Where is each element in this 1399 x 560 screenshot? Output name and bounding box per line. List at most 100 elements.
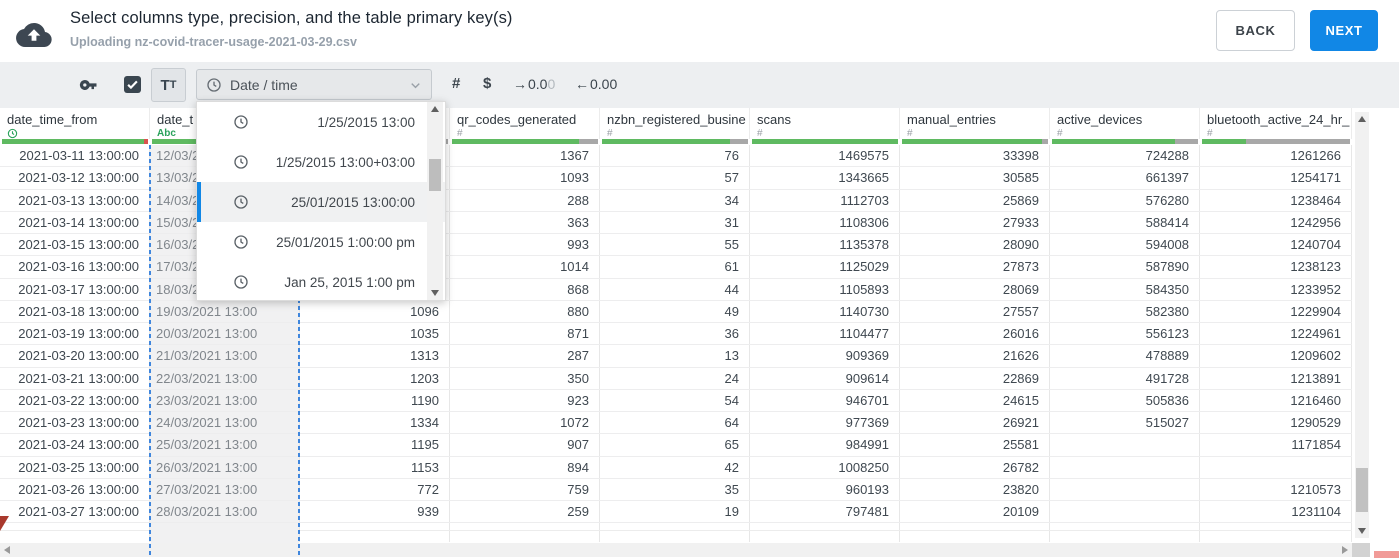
cell: 31 [600,211,750,233]
decrease-decimal-button[interactable]: ←0.00 [575,76,617,92]
clock-icon [233,194,249,210]
cell: 960193 [750,478,900,500]
cell: 1469575 [750,145,900,167]
horizontal-scrollbar[interactable] [0,543,1352,557]
cell: 2021-03-19 13:00:00 [0,323,150,345]
datetime-format-option[interactable]: 25/01/2015 13:00:00 [197,182,445,222]
clock-icon [7,128,18,139]
datetime-format-option[interactable]: 1/25/2015 13:00+03:00 [197,142,445,182]
back-button[interactable]: BACK [1216,10,1295,51]
column-header-bluetooth_active_24_hr_[interactable]: bluetooth_active_24_hr_ # [1200,108,1352,139]
cell: 27557 [900,300,1050,322]
primary-key-icon[interactable] [78,75,100,95]
cell: 2021-03-21 13:00:00 [0,367,150,389]
column-header-date_time_from[interactable]: date_time_from [0,108,150,139]
cell: 1238464 [1200,189,1352,211]
arrow-left-icon: ← [575,76,589,92]
scroll-left-icon[interactable] [4,546,10,554]
datetime-format-dropdown[interactable]: Date / time [196,69,432,100]
cell: 22/03/2021 13:00 [150,367,300,389]
validity-bar-segment-gray [1174,139,1198,144]
cell: 1112703 [750,189,900,211]
table-row: 2021-03-24 13:00:00 25/03/2021 13:00 1195 9… [0,434,1352,457]
cell: 868 [450,278,600,300]
cell: 1209602 [1200,345,1352,367]
table-row: 2021-03-26 13:00:00 27/03/2021 13:00 772 75… [0,478,1352,501]
cell: 55 [600,234,750,256]
cell: 556123 [1050,323,1200,345]
cell [1050,478,1200,500]
table-row: 2021-03-20 13:00:00 21/03/2021 13:00 1313 2… [0,345,1352,368]
vertical-scrollbar[interactable] [1355,112,1369,538]
cell: 57 [600,167,750,189]
cell: 27933 [900,211,1050,233]
column-header-active_devices[interactable]: active_devices # [1050,108,1200,139]
cell: 33398 [900,145,1050,167]
validity-bar-segment-gray [579,139,598,144]
cell: 2021-03-25 13:00:00 [0,456,150,478]
cell: 54 [600,389,750,411]
cell: 1171854 [1200,434,1352,456]
datetime-format-option[interactable]: Jan 25, 2015 1:00 pm [197,262,445,302]
cell: 946701 [750,389,900,411]
scroll-up-icon[interactable] [1358,116,1366,122]
boolean-type-checkbox-icon[interactable] [124,76,141,93]
cell: 478889 [1050,345,1200,367]
vertical-scrollbar-thumb[interactable] [1356,468,1368,512]
datetime-format-option-label: 25/01/2015 13:00:00 [291,194,415,210]
validity-bar-segment-green [2,139,145,144]
cell: 21/03/2021 13:00 [150,345,300,367]
cell [1200,456,1352,478]
cell: 49 [600,300,750,322]
number-type-button[interactable]: # [452,75,460,92]
text-type-button[interactable]: TT [151,68,186,102]
cell: 1242956 [1200,211,1352,233]
column-header-scans[interactable]: scans # [750,108,900,139]
column-header-qr_codes_generated[interactable]: qr_codes_generated # [450,108,600,139]
scroll-right-icon[interactable] [1342,546,1348,554]
scroll-up-icon[interactable] [431,106,439,112]
cell: 27873 [900,256,1050,278]
cell: 871 [450,323,600,345]
cell: 19/03/2021 13:00 [150,300,300,322]
cell: 907 [450,434,600,456]
column-name: bluetooth_active_24_hr_ [1207,112,1350,127]
scroll-down-icon[interactable] [1358,528,1366,534]
datetime-format-option[interactable]: 1/25/2015 13:00 [197,102,445,142]
cell: 2021-03-14 13:00:00 [0,211,150,233]
cell: 1035 [300,323,450,345]
column-type-glyph: # [1057,128,1063,139]
cell: 909369 [750,345,900,367]
empty-cell [750,531,900,543]
cell: 1231104 [1200,501,1352,523]
selected-column-left-border [149,145,151,557]
datetime-format-option-label: 1/25/2015 13:00 [317,114,415,130]
datetime-format-option-label: 1/25/2015 13:00+03:00 [275,154,415,170]
cell: 1261266 [1200,145,1352,167]
table-row: 2021-03-25 13:00:00 26/03/2021 13:00 1153 8… [0,456,1352,479]
column-header-nzbn_registered_busine[interactable]: nzbn_registered_busine # [600,108,750,139]
cell [1050,501,1200,523]
menu-scrollbar-thumb[interactable] [429,159,441,191]
validity-bar-segment-green [752,139,898,144]
currency-type-button[interactable]: $ [483,75,491,92]
cell: 22869 [900,367,1050,389]
cell: 594008 [1050,234,1200,256]
cell: 1135378 [750,234,900,256]
cell: 1334 [300,412,450,434]
datetime-format-option[interactable]: 25/01/2015 1:00:00 pm [197,222,445,262]
cell: 25869 [900,189,1050,211]
cell: 759 [450,478,600,500]
next-button[interactable]: NEXT [1310,10,1378,51]
arrow-right-icon: → [513,76,527,92]
cell: 1313 [300,345,450,367]
menu-scrollbar[interactable] [427,102,443,300]
clock-icon [233,154,249,170]
column-type-glyph: # [457,128,463,139]
increase-decimal-button[interactable]: →0.00 [513,76,555,92]
scroll-down-icon[interactable] [431,290,439,296]
cell: 894 [450,456,600,478]
cell: 1290529 [1200,412,1352,434]
cell: 1216460 [1200,389,1352,411]
column-header-manual_entries[interactable]: manual_entries # [900,108,1050,139]
